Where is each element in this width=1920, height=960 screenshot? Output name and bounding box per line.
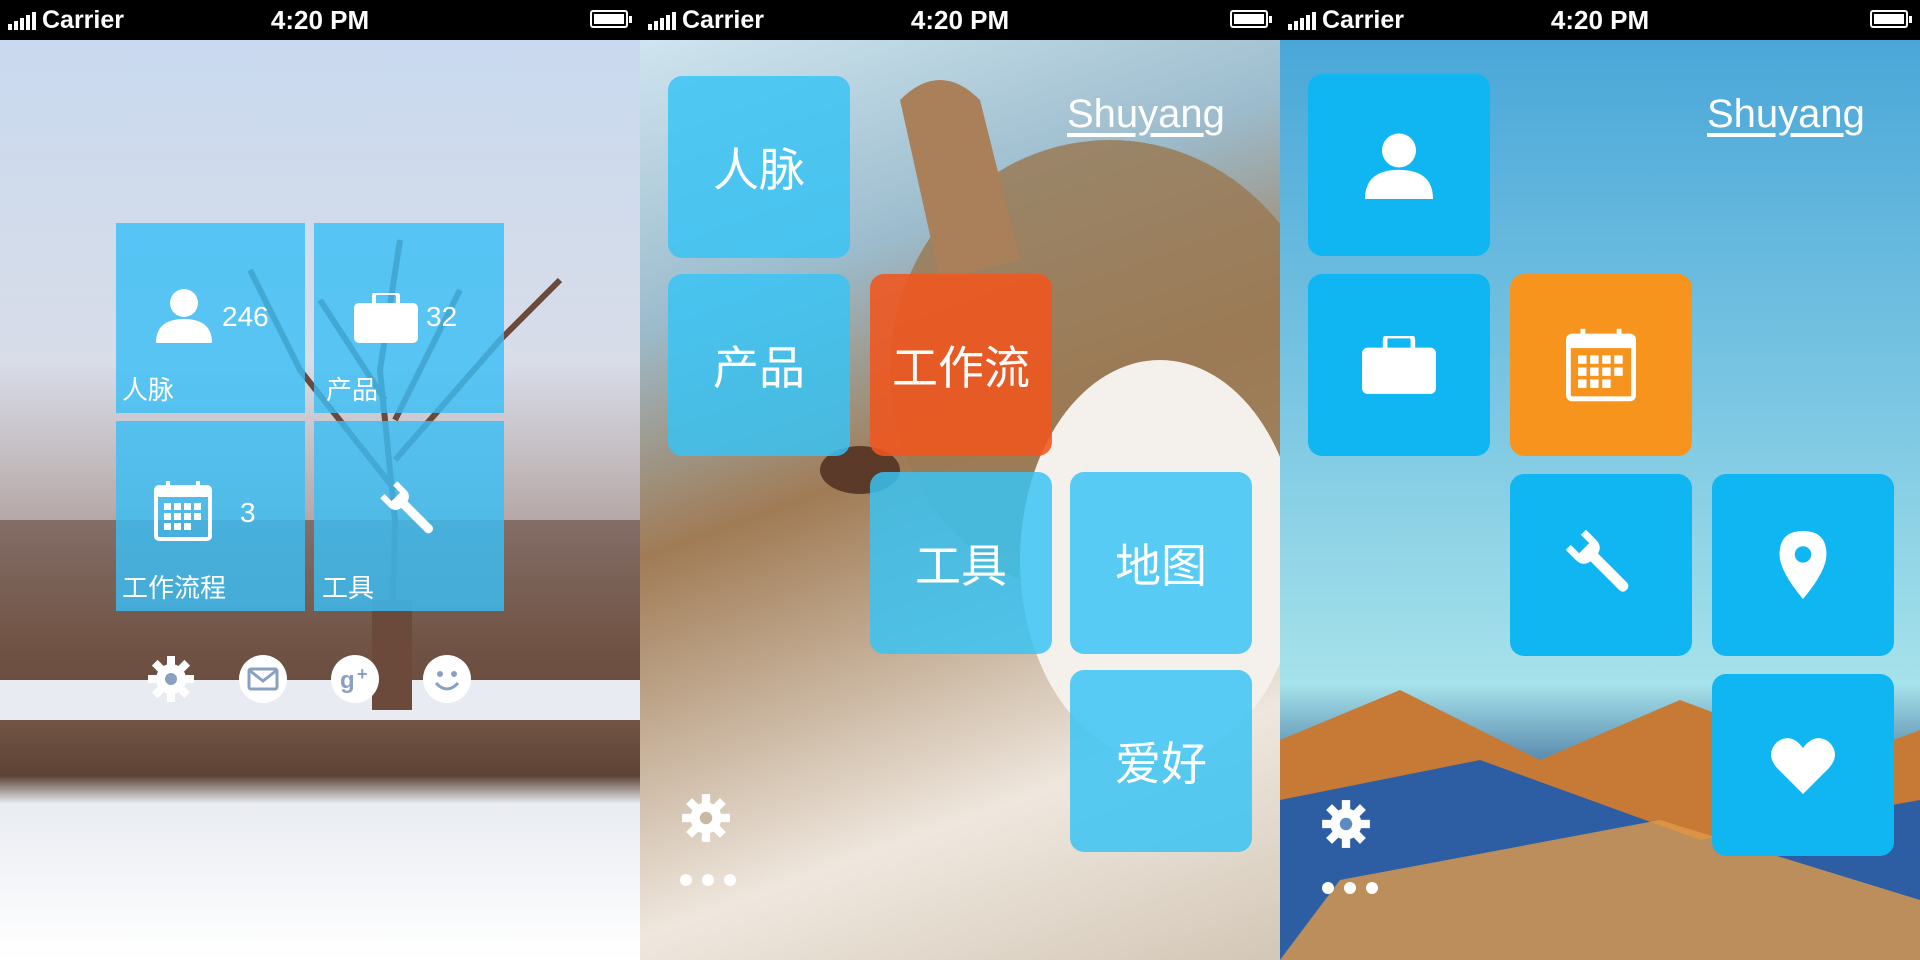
tools-label: 工具 bbox=[322, 573, 375, 603]
tile-workflow[interactable]: 3 工作流程 bbox=[116, 421, 305, 611]
tile-contacts[interactable]: 246 人脉 bbox=[116, 223, 305, 413]
battery-icon bbox=[1870, 10, 1912, 28]
tile-workflow[interactable] bbox=[1510, 274, 1692, 456]
tile-tools[interactable] bbox=[1510, 474, 1692, 656]
contacts-label: 人脉 bbox=[122, 375, 175, 405]
workflow-count: 3 bbox=[240, 497, 256, 528]
status-bar: Carrier 4:20 PM bbox=[1280, 0, 1920, 40]
svg-text:+: + bbox=[357, 664, 368, 684]
battery-icon bbox=[1230, 10, 1272, 28]
gear-icon bbox=[148, 656, 194, 702]
hobbies-label: 爱好 bbox=[1115, 738, 1207, 790]
products-label: 产品 bbox=[326, 375, 379, 405]
status-bar: Carrier 4:20 PM bbox=[0, 0, 640, 40]
workflow-label: 工作流 bbox=[892, 342, 1030, 394]
gear-icon[interactable] bbox=[1320, 798, 1372, 850]
tile-products[interactable] bbox=[1308, 274, 1490, 456]
phone-screen-1: Carrier 4:20 PM 246 人脉 32 产品 3 工作流程 工具 g… bbox=[0, 0, 640, 960]
products-count: 32 bbox=[426, 301, 458, 332]
mail-icon bbox=[239, 655, 287, 703]
contacts-count: 246 bbox=[222, 301, 269, 332]
map-pin-icon bbox=[1779, 531, 1827, 599]
map-label: 地图 bbox=[1115, 540, 1207, 592]
mail-button[interactable] bbox=[236, 652, 290, 706]
phone-screen-3: Carrier 4:20 PM Shuyang bbox=[1280, 0, 1920, 960]
status-time: 4:20 PM bbox=[910, 5, 1010, 35]
status-time: 4:20 PM bbox=[270, 5, 370, 35]
heart-icon bbox=[1771, 738, 1835, 794]
tile-tools[interactable]: 工具 bbox=[870, 472, 1052, 654]
tile-contacts[interactable]: 人脉 bbox=[668, 76, 850, 258]
tile-hobbies[interactable] bbox=[1712, 674, 1894, 856]
calendar-icon bbox=[1566, 328, 1636, 402]
status-time: 4:20 PM bbox=[1550, 5, 1650, 35]
tools-label: 工具 bbox=[915, 540, 1007, 592]
screens-strip: Carrier 4:20 PM 246 人脉 32 产品 3 工作流程 工具 g… bbox=[0, 0, 1920, 960]
phone-screen-2: Carrier 4:20 PM Shuyang 人脉 产品 工作流 工具 地图 … bbox=[640, 0, 1280, 960]
more-dots-icon[interactable] bbox=[680, 874, 736, 886]
workflow-label: 工作流程 bbox=[122, 573, 227, 603]
tile-map[interactable] bbox=[1712, 474, 1894, 656]
smiley-button[interactable] bbox=[420, 652, 474, 706]
google-plus-button[interactable]: g + bbox=[328, 652, 382, 706]
tile-hobbies[interactable]: 爱好 bbox=[1070, 670, 1252, 852]
username-link[interactable]: Shuyang bbox=[1067, 92, 1225, 137]
tile-products[interactable]: 32 产品 bbox=[314, 223, 504, 413]
battery-icon bbox=[590, 10, 632, 28]
username-link[interactable]: Shuyang bbox=[1707, 92, 1865, 137]
contacts-label: 人脉 bbox=[713, 144, 805, 196]
wrench-icon bbox=[380, 481, 434, 534]
tile-workflow[interactable]: 工作流 bbox=[870, 274, 1052, 456]
tile-tools[interactable]: 工具 bbox=[314, 421, 504, 611]
google-plus-icon: g + bbox=[331, 655, 379, 703]
quick-actions-row: g + bbox=[0, 652, 640, 712]
svg-text:g: g bbox=[340, 667, 355, 694]
tile-map[interactable]: 地图 bbox=[1070, 472, 1252, 654]
tile-products[interactable]: 产品 bbox=[668, 274, 850, 456]
more-dots-icon[interactable] bbox=[1322, 882, 1378, 894]
gear-icon[interactable] bbox=[680, 792, 732, 844]
calendar-icon bbox=[154, 481, 212, 541]
smiley-icon bbox=[423, 655, 471, 703]
tile-contacts[interactable] bbox=[1308, 74, 1490, 256]
wrench-icon bbox=[1565, 529, 1629, 592]
user-icon bbox=[156, 289, 212, 343]
status-bar: Carrier 4:20 PM bbox=[640, 0, 1280, 40]
user-icon bbox=[1365, 133, 1433, 199]
briefcase-icon bbox=[1362, 336, 1436, 394]
products-label: 产品 bbox=[713, 342, 805, 394]
briefcase-icon bbox=[354, 293, 418, 343]
settings-button[interactable] bbox=[144, 652, 198, 706]
